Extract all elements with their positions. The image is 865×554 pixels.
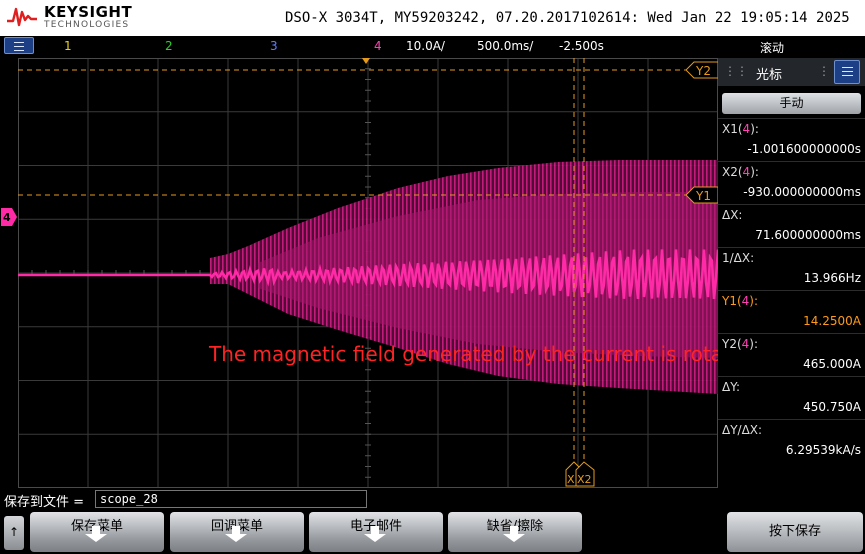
readout-slope: ΔY/ΔX: 6.29539kA/s (718, 419, 865, 466)
channel-bar: 1 2 3 4 10.0A/ 500.0ms/ -2.500s 滚动 (0, 36, 865, 56)
save-menu-softkey[interactable]: 保存菜单 (30, 512, 164, 552)
email-softkey[interactable]: 电子邮件 (309, 512, 443, 552)
down-arrow-icon (503, 526, 525, 542)
instrument-info: DSO-X 3034T, MY59203242, 07.20.201710261… (285, 10, 850, 26)
readout-value: -930.000000000ms (743, 185, 861, 199)
channel-1-label[interactable]: 1 (64, 39, 72, 53)
readout-value: 71.600000000ms (755, 228, 861, 242)
keysight-logo: KEYSIGHT TECHNOLOGIES (6, 2, 156, 34)
readout-x2: X2(4): -930.000000000ms (718, 161, 865, 208)
main-menu-button[interactable] (4, 37, 34, 54)
panel-menu-button[interactable] (834, 60, 860, 84)
readout-value: -1.001600000000s (747, 142, 861, 156)
svg-text:X2: X2 (577, 473, 592, 486)
readout-label: ΔX: (722, 208, 743, 222)
readout-y1: Y1(4): 14.2500A (718, 290, 865, 337)
readout-label: X1(4): (722, 122, 759, 136)
manual-mode-button[interactable]: 手动 (722, 93, 861, 114)
readout-label: Y1(4): (722, 294, 759, 308)
readout-value: 465.000A (803, 357, 861, 371)
svg-text:Y2: Y2 (695, 64, 711, 78)
channel-3-label[interactable]: 3 (270, 39, 278, 53)
filename-field[interactable]: scope_28 (95, 490, 367, 508)
readout-y2: Y2(4): 465.000A (718, 333, 865, 380)
readout-label: ΔY/ΔX: (722, 423, 763, 437)
press-to-save-softkey[interactable]: 按下保存 (727, 512, 863, 552)
recall-menu-softkey[interactable]: 回调菜单 (170, 512, 304, 552)
readout-delta-y: ΔY: 450.750A (718, 376, 865, 423)
time-delay: -2.500s (559, 39, 604, 53)
channel-4-ground-marker[interactable]: 4 (0, 207, 18, 227)
acquisition-mode: 滚动 (760, 41, 785, 55)
down-arrow-icon (364, 526, 386, 542)
readout-value: 13.966Hz (803, 271, 861, 285)
vertical-scale: 10.0A/ (406, 39, 445, 53)
save-to-file-bar: 保存到文件 = scope_28 (0, 488, 865, 510)
annotation-text: The magnetic field generated by the curr… (209, 342, 762, 366)
title-bar: KEYSIGHT TECHNOLOGIES DSO-X 3034T, MY592… (0, 0, 865, 36)
readout-delta-x: ΔX: 71.600000000ms (718, 204, 865, 251)
channel-2-label[interactable]: 2 (165, 39, 173, 53)
cursor-panel: ⋮⋮ 光标 ⋮⋮ 手动 X1(4): -1.001600000000s X2(4… (718, 58, 865, 488)
panel-grip-icon: ⋮⋮ (724, 64, 748, 78)
panel-title: 光标 (756, 68, 783, 83)
readout-label: ΔY: (722, 380, 740, 394)
readout-label: Y2(4): (722, 337, 759, 351)
brand-sub: TECHNOLOGIES (44, 20, 130, 30)
readout-inverse-delta-x: 1/ΔX: 13.966Hz (718, 247, 865, 294)
keysight-wave-icon (7, 7, 37, 27)
waveform-display[interactable]: Y2 Y1 X1 X2 (18, 58, 718, 488)
brand-name: KEYSIGHT (44, 3, 133, 21)
down-arrow-icon (225, 526, 247, 542)
readout-value: 6.29539kA/s (785, 443, 861, 457)
timebase: 500.0ms/ (477, 39, 534, 53)
panel-header: ⋮⋮ 光标 ⋮⋮ (718, 58, 865, 86)
default-erase-softkey[interactable]: 缺省/擦除 (448, 512, 582, 552)
readout-value: 14.2500A (803, 314, 861, 328)
readout-value: 450.750A (803, 400, 861, 414)
readout-label: X2(4): (722, 165, 759, 179)
svg-text:Y1: Y1 (695, 189, 711, 203)
softkey-bar: ↑ 保存菜单 回调菜单 电子邮件 缺省/擦除 按下保存 (0, 510, 865, 554)
save-to-file-label: 保存到文件 = (4, 495, 85, 510)
channel-4-label[interactable]: 4 (374, 39, 382, 53)
svg-text:4: 4 (3, 211, 11, 224)
readout-label: 1/ΔX: (722, 251, 755, 265)
down-arrow-icon (85, 526, 107, 542)
readout-x1: X1(4): -1.001600000000s (718, 118, 865, 165)
back-arrow-button[interactable]: ↑ (4, 516, 24, 550)
